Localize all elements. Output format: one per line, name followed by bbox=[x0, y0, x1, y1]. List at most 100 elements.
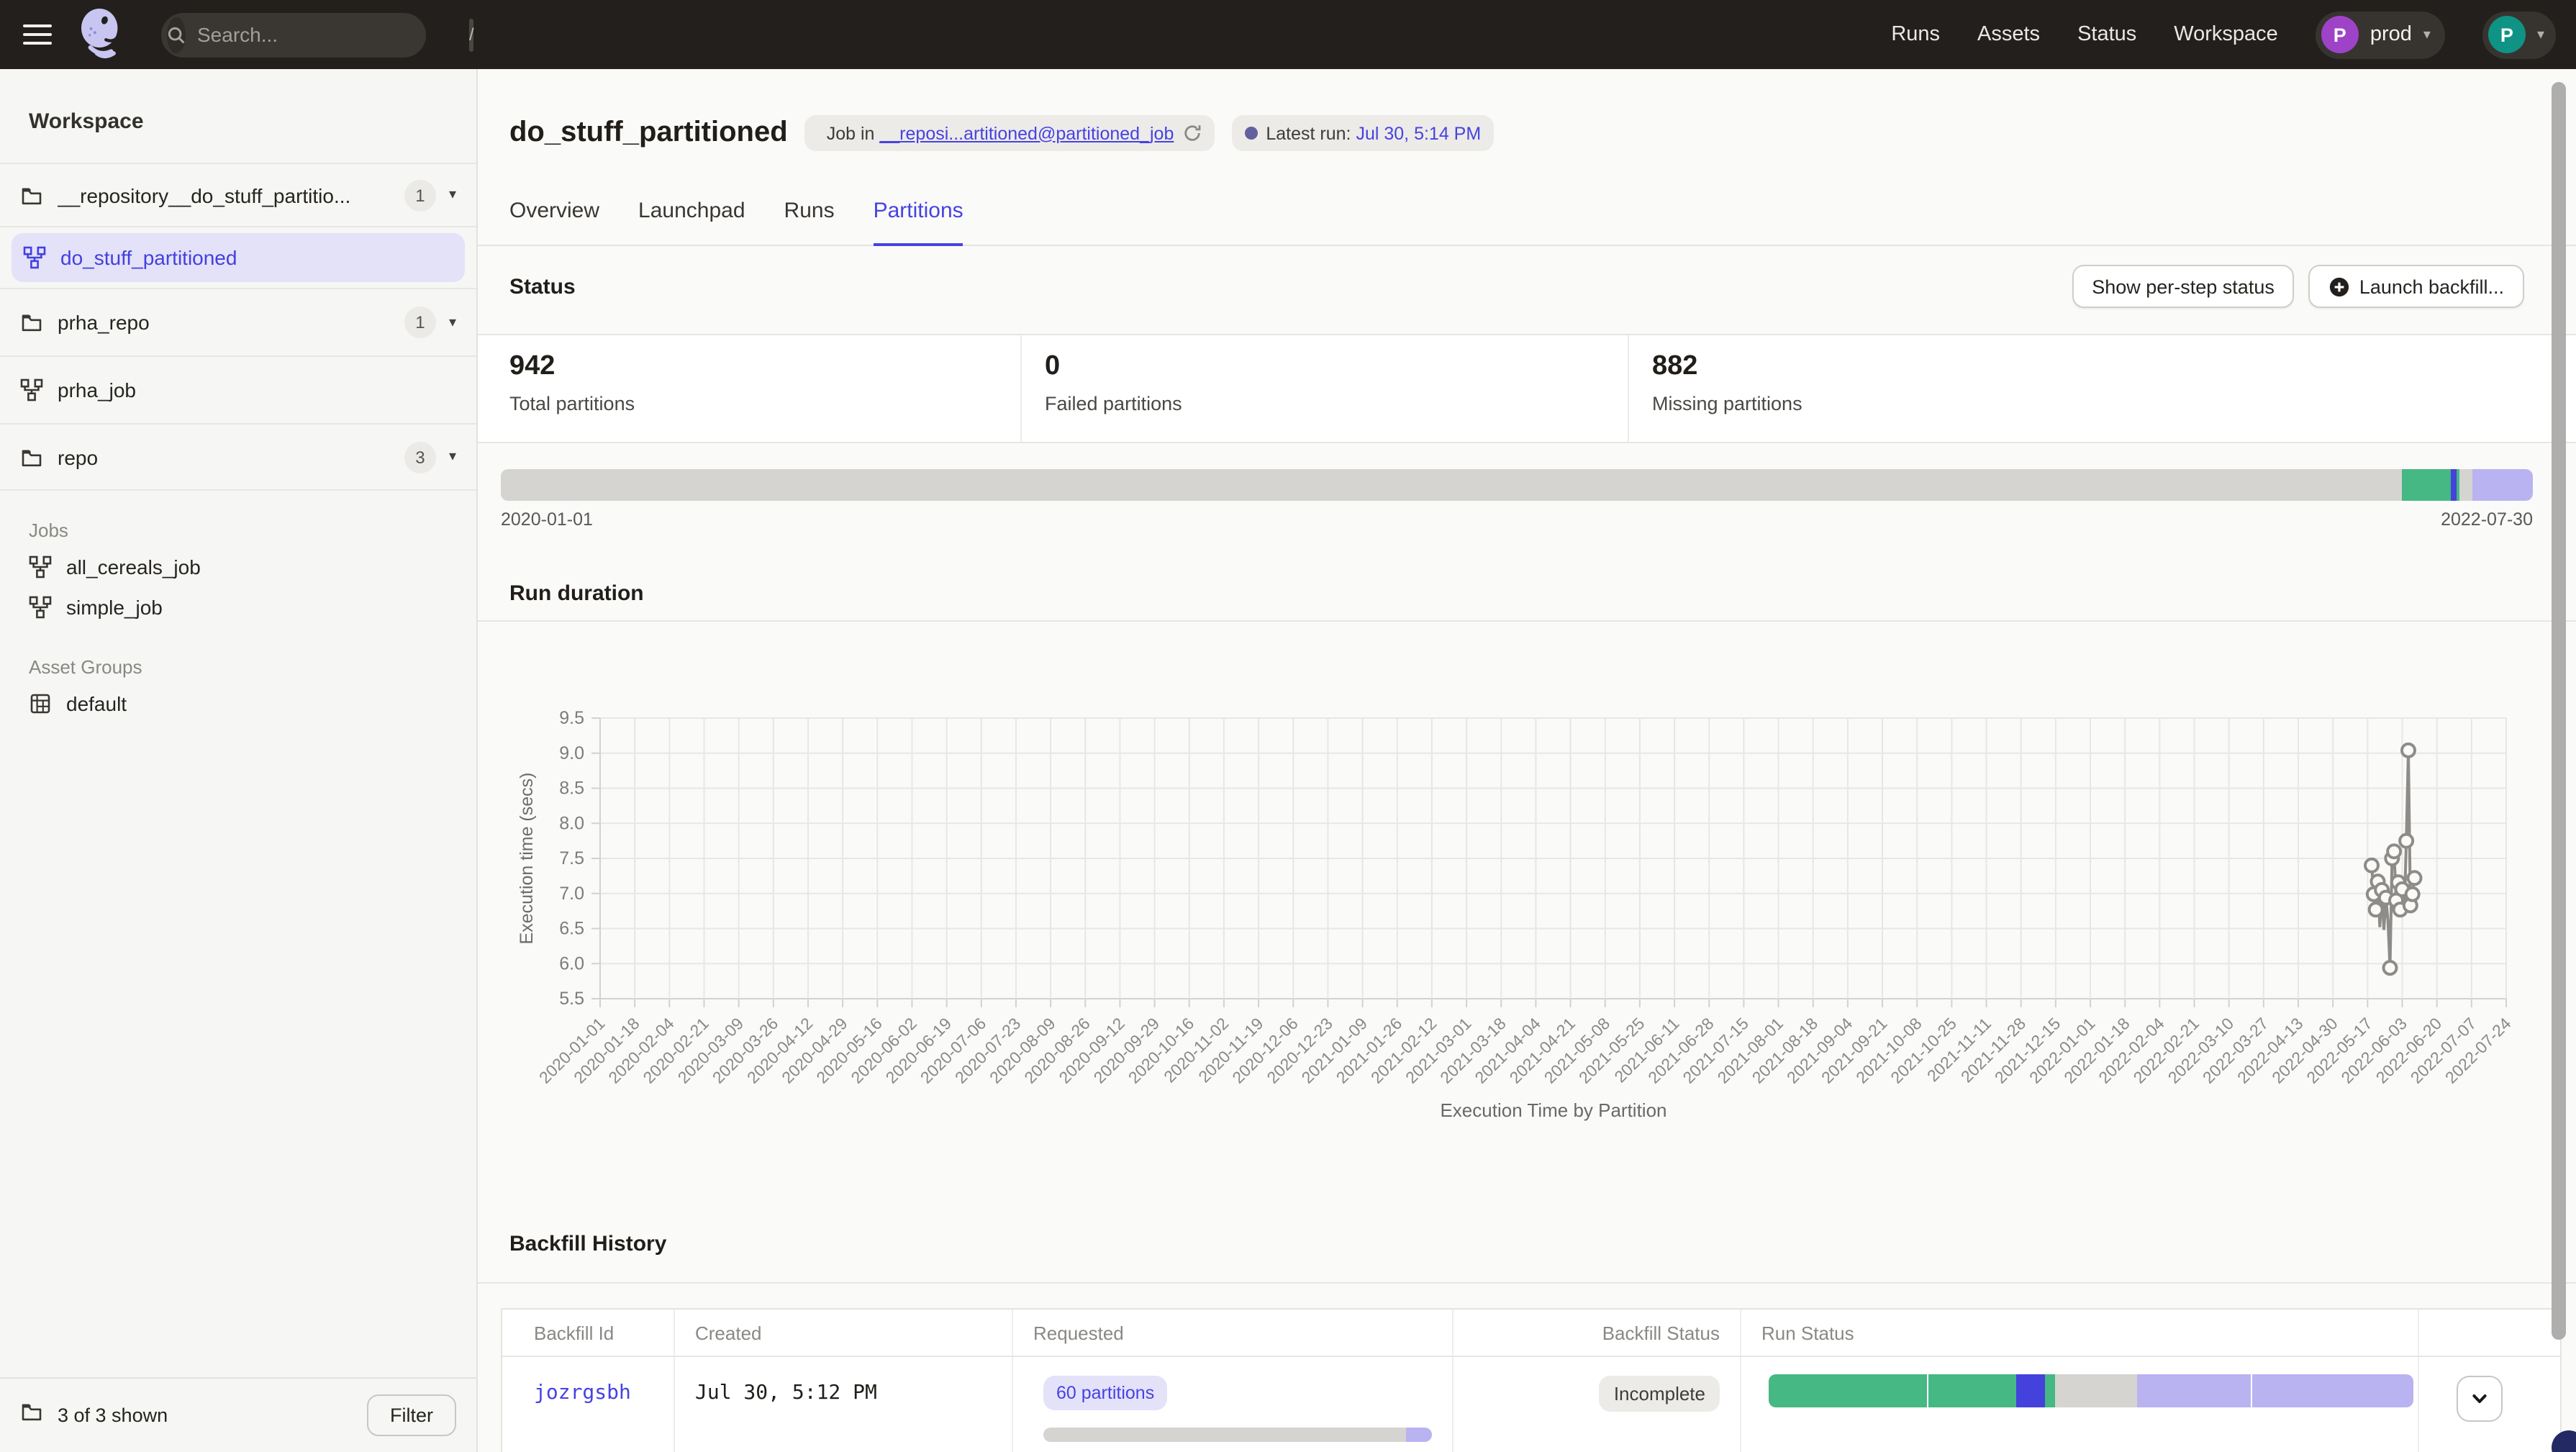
sidebar-item-do-stuff-partitioned[interactable]: do_stuff_partitioned bbox=[0, 226, 476, 288]
sidebar-item-label: repo bbox=[58, 445, 98, 468]
item-count-badge: 1 bbox=[404, 307, 436, 338]
tab-launchpad[interactable]: Launchpad bbox=[638, 199, 745, 246]
bar-segment-gray bbox=[2459, 469, 2473, 501]
bar-segment-lavender bbox=[1407, 1428, 1432, 1442]
bar-segment-green bbox=[2045, 1374, 2054, 1407]
stat-failed-partitions: 0 Failed partitions bbox=[1020, 335, 1628, 442]
y-tick-label: 6.5 bbox=[559, 919, 584, 939]
chart-point bbox=[2408, 871, 2421, 884]
launch-backfill-button[interactable]: Launch backfill... bbox=[2309, 265, 2524, 308]
tab-overview[interactable]: Overview bbox=[509, 199, 599, 246]
latest-run-link[interactable]: Jul 30, 5:14 PM bbox=[1356, 123, 1481, 143]
column-header-created: Created bbox=[675, 1310, 1013, 1356]
sidebar-item-label: do_stuff_partitioned bbox=[60, 246, 237, 269]
shown-count-label: 3 of 3 shown bbox=[58, 1405, 168, 1426]
item-count-badge: 3 bbox=[404, 441, 436, 473]
bar-segment-gray bbox=[2055, 1374, 2137, 1407]
chart-point bbox=[2402, 744, 2415, 757]
job-tag-prefix: Job in bbox=[827, 123, 880, 143]
tab-partitions[interactable]: Partitions bbox=[874, 199, 963, 246]
sidebar-item-default[interactable]: default bbox=[0, 684, 476, 724]
chart-point bbox=[2384, 961, 2397, 974]
show-per-step-status-button[interactable]: Show per-step status bbox=[2072, 265, 2295, 308]
job-origin-tag: Job in __reposi...artitioned@partitioned… bbox=[805, 115, 1215, 151]
chevron-down-icon: ▾ bbox=[2423, 27, 2431, 42]
search-input[interactable] bbox=[186, 23, 469, 46]
scrollbar-track[interactable] bbox=[2550, 69, 2566, 1452]
requested-partitions-badge[interactable]: 60 partitions bbox=[1043, 1376, 1167, 1410]
sidebar-item-repo[interactable]: repo 3 ▾ bbox=[0, 423, 476, 489]
asset-icon bbox=[29, 692, 52, 715]
stat-missing-partitions: 882 Missing partitions bbox=[1628, 335, 2576, 442]
expand-caret-icon[interactable]: ▾ bbox=[449, 314, 456, 330]
sidebar-section-heading: Jobs bbox=[0, 491, 476, 547]
y-tick-label: 7.5 bbox=[559, 848, 584, 868]
backfill-history-table: Backfill IdCreatedRequestedBackfill Stat… bbox=[501, 1308, 2562, 1452]
chart-caption: Execution Time by Partition bbox=[600, 1099, 2507, 1121]
nav-link-assets[interactable]: Assets bbox=[1977, 23, 2040, 46]
nav-link-workspace[interactable]: Workspace bbox=[2174, 23, 2278, 46]
job-icon bbox=[29, 555, 52, 578]
scrollbar-thumb[interactable] bbox=[2552, 82, 2566, 1340]
y-tick-label: 7.0 bbox=[559, 884, 584, 904]
bar-segment-lavender bbox=[2252, 1374, 2413, 1407]
y-tick-label: 8.0 bbox=[559, 813, 584, 833]
deployment-avatar: P bbox=[2321, 16, 2359, 53]
hamburger-menu-icon[interactable] bbox=[23, 24, 52, 45]
run-duration-title: Run duration bbox=[509, 581, 644, 606]
chevron-down-icon bbox=[2470, 1389, 2490, 1409]
folder-icon bbox=[20, 1400, 43, 1423]
deployment-switcher[interactable]: P prod ▾ bbox=[2316, 11, 2445, 58]
partition-range-start: 2020-01-01 bbox=[501, 509, 593, 530]
search-shortcut-key: / bbox=[469, 18, 474, 51]
bar-segment-green bbox=[2402, 469, 2452, 501]
job-icon bbox=[29, 596, 52, 619]
nav-link-status[interactable]: Status bbox=[2077, 23, 2136, 46]
backfill-id-link[interactable]: jozrgsbh bbox=[534, 1357, 674, 1405]
tab-runs[interactable]: Runs bbox=[784, 199, 835, 246]
column-header-actions bbox=[2419, 1310, 2560, 1356]
y-axis-title: Execution time (secs) bbox=[517, 773, 537, 945]
requested-progress-bar bbox=[1043, 1428, 1432, 1442]
run-status-bar[interactable] bbox=[1769, 1374, 2413, 1407]
sidebar-item-prha-repo[interactable]: prha_repo1▾ bbox=[0, 288, 476, 355]
dagster-logo-icon[interactable] bbox=[75, 7, 127, 62]
sidebar-footer: 3 of 3 shown Filter bbox=[0, 1377, 476, 1452]
expand-caret-icon[interactable]: ▾ bbox=[449, 449, 456, 465]
deployment-label: prod bbox=[2370, 23, 2412, 46]
reload-icon[interactable] bbox=[1182, 124, 1201, 142]
chart-point bbox=[2365, 859, 2378, 872]
bar-segment-indigo bbox=[2015, 1374, 2045, 1407]
bar-segment-indigo bbox=[2452, 469, 2457, 501]
partition-stats: 942 Total partitions 0 Failed partitions… bbox=[478, 334, 2576, 443]
main-content: do_stuff_partitioned Job in __reposi...a… bbox=[478, 69, 2576, 1452]
y-tick-label: 6.0 bbox=[559, 953, 584, 974]
user-menu[interactable]: P ▾ bbox=[2482, 11, 2556, 58]
status-section-title: Status bbox=[509, 275, 576, 299]
y-tick-label: 8.5 bbox=[559, 779, 584, 799]
divider bbox=[478, 1282, 2576, 1284]
search-icon bbox=[167, 17, 186, 53]
folder-icon bbox=[20, 311, 43, 334]
sidebar-item-label: default bbox=[66, 692, 127, 715]
backfill-created: Jul 30, 5:12 PM bbox=[695, 1357, 1012, 1405]
partition-status-bar[interactable] bbox=[501, 469, 2533, 501]
column-header-backfill-status: Backfill Status bbox=[1453, 1310, 1741, 1356]
expand-row-button[interactable] bbox=[2457, 1376, 2503, 1422]
job-origin-link[interactable]: __reposi...artitioned@partitioned_job bbox=[879, 123, 1174, 143]
sidebar-item-prha-job[interactable]: prha_job bbox=[0, 355, 476, 423]
bar-segment-lavender bbox=[2473, 469, 2533, 501]
run-duration-chart: 5.56.06.57.07.58.08.59.09.52020-01-01202… bbox=[478, 630, 2576, 1091]
bar-segment-green bbox=[1769, 1374, 1928, 1407]
chart-point bbox=[2406, 888, 2419, 901]
column-header-backfill-id: Backfill Id bbox=[502, 1310, 675, 1356]
sidebar-item-repository-do-stuff-partitio[interactable]: __repository__do_stuff_partitio...1▾ bbox=[0, 163, 476, 226]
sidebar-item-all_cereals_job[interactable]: all_cereals_job bbox=[0, 547, 476, 587]
sidebar-item-simple_job[interactable]: simple_job bbox=[0, 587, 476, 627]
expand-caret-icon[interactable]: ▾ bbox=[449, 187, 456, 203]
filter-button[interactable]: Filter bbox=[367, 1394, 456, 1436]
nav-link-runs[interactable]: Runs bbox=[1891, 23, 1940, 46]
table-row: jozrgsbhJul 30, 5:12 PM 60 partitions 20… bbox=[502, 1357, 2560, 1452]
y-tick-label: 9.0 bbox=[559, 743, 584, 763]
chart-point bbox=[2387, 845, 2400, 858]
